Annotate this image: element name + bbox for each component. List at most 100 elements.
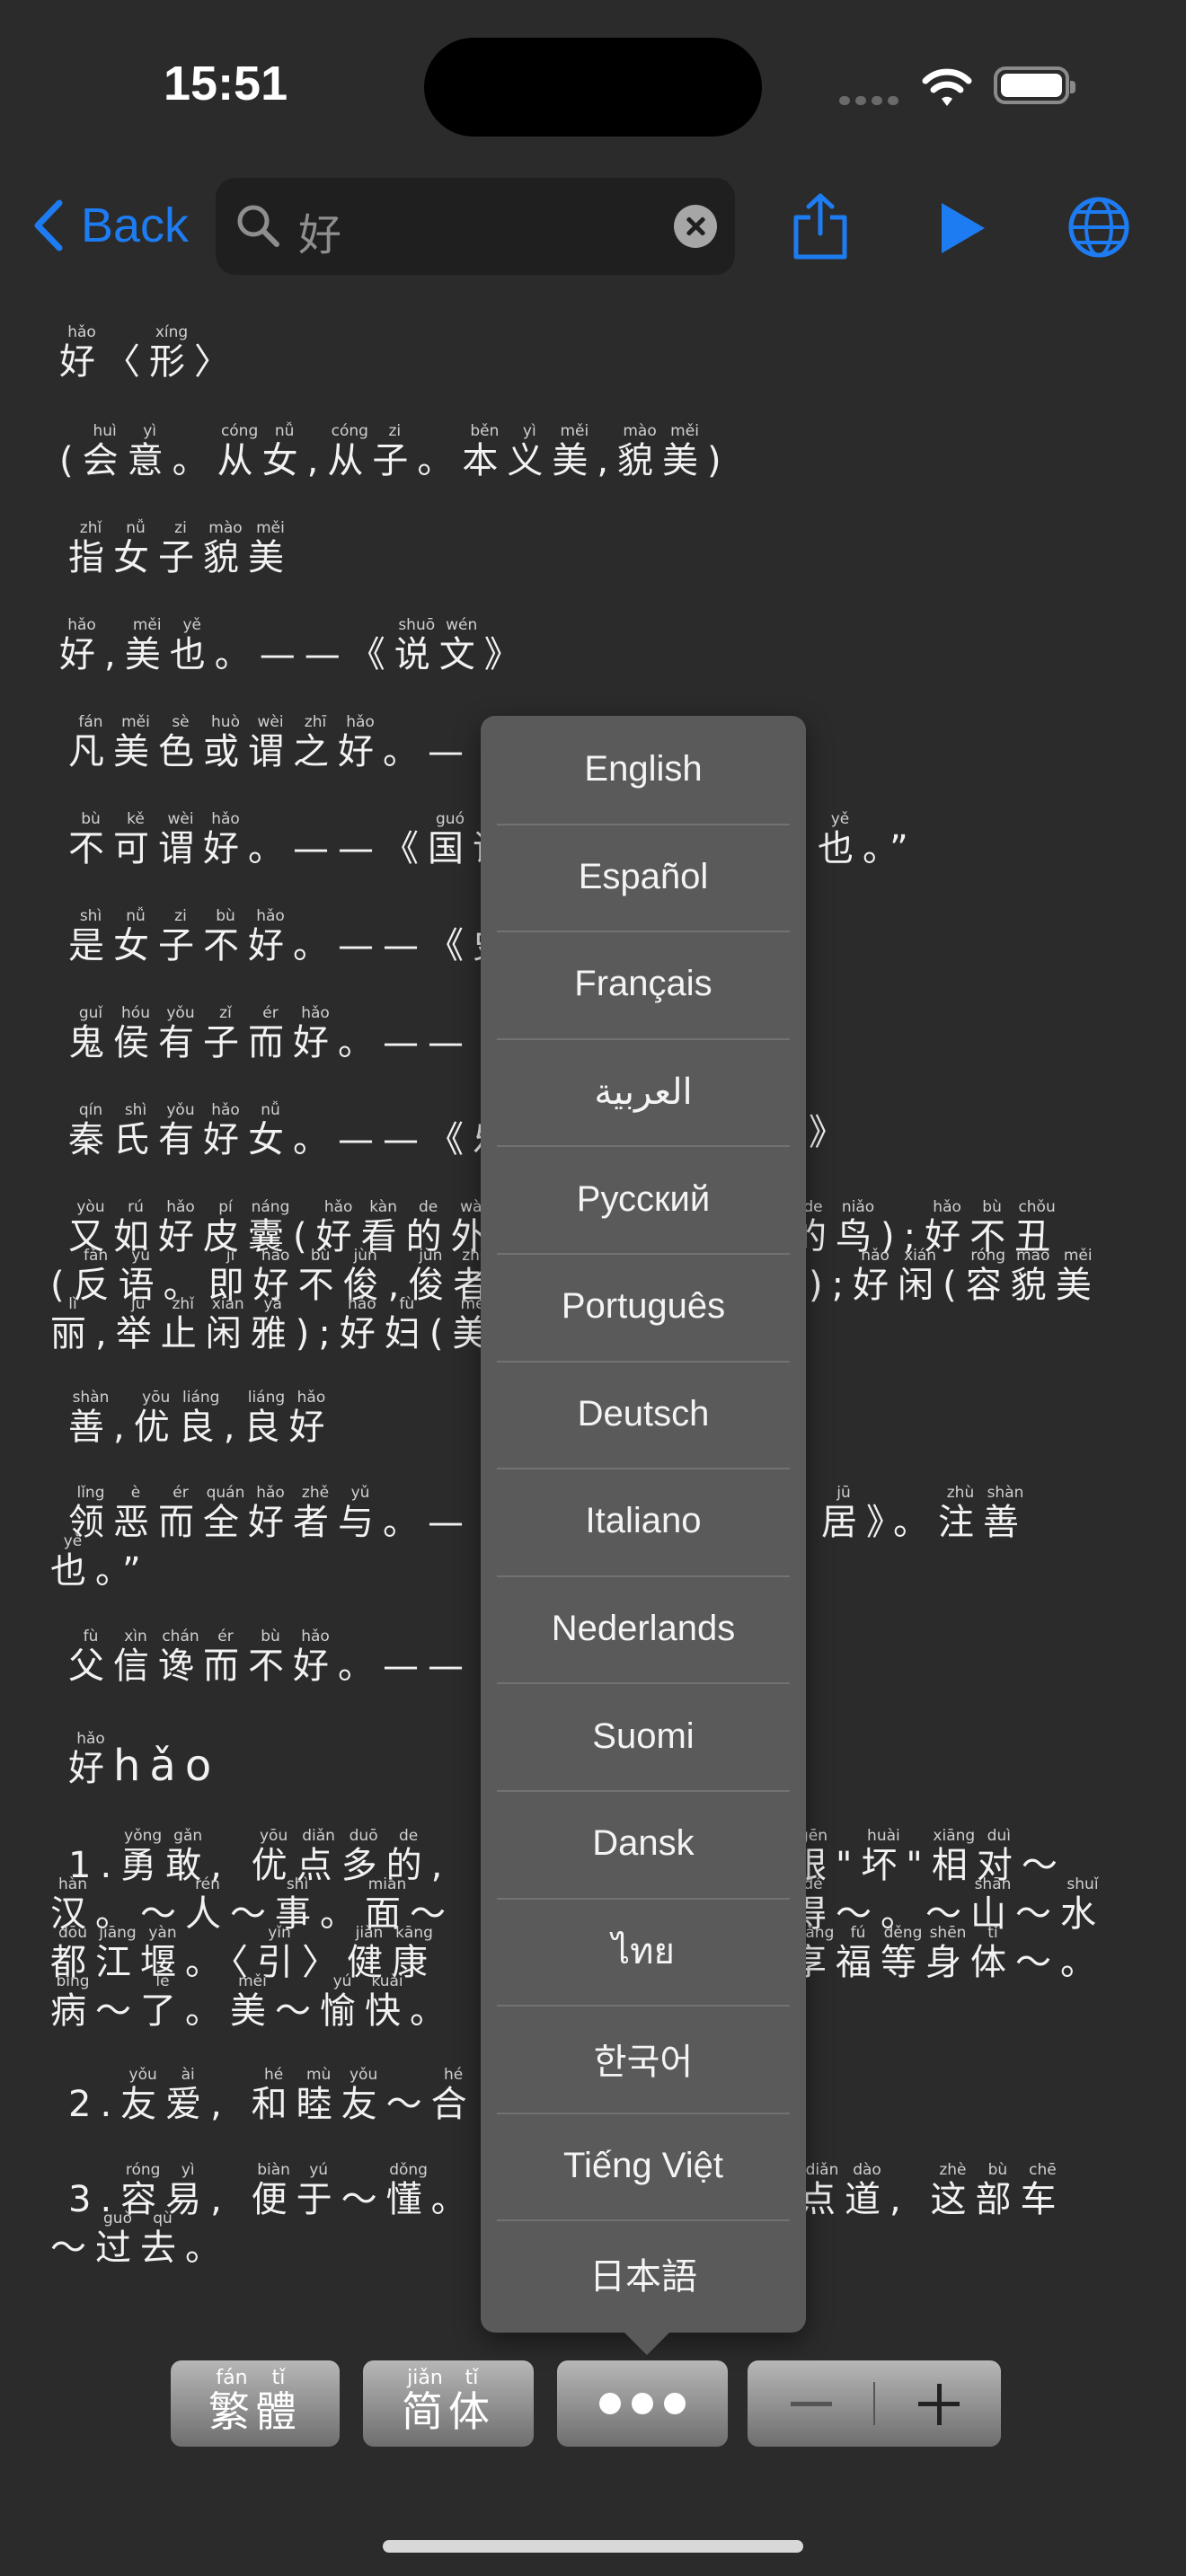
hanzi-char: 意yì [127, 422, 173, 481]
status-time: 15:51 [164, 57, 288, 110]
hanzi-char: 友yǒu [341, 2066, 386, 2125]
more-options-button[interactable] [557, 2360, 728, 2447]
language-option[interactable]: Tiếng Việt [481, 2112, 806, 2220]
hanzi-char: 。 [185, 1990, 230, 2032]
hanzi-char: 凡fán [68, 713, 113, 772]
hanzi-char: 不bù [68, 810, 113, 869]
hanzi-char: 色sè [158, 713, 203, 772]
back-button[interactable]: Back [32, 198, 189, 253]
language-option[interactable]: 日本語 [481, 2219, 806, 2327]
share-icon[interactable] [791, 192, 850, 260]
hanzi-char: 。 [430, 2179, 476, 2220]
hanzi-char: 车chē [1020, 2161, 1066, 2220]
search-input[interactable]: 好 [298, 199, 341, 262]
clear-search-icon[interactable] [674, 205, 717, 248]
hanzi-char: 女nǚ [261, 422, 307, 481]
hanzi-char: ～ [275, 1990, 320, 2032]
definition-line: 是shì女nǚ子zi不bù好hǎo。——《史shǐ [68, 907, 518, 968]
definition-line: 善shàn,优yōu良liáng,良liáng好hǎo [68, 1389, 333, 1450]
hanzi-char: 2. [68, 2084, 121, 2125]
hanzi-char: 体tǐ [448, 2367, 495, 2436]
hanzi-char: 这zhè [930, 2161, 976, 2220]
definition-line: (会huì意yì。从cóng女nǚ,从cóng子zi。本běn义yì美měi,貌… [59, 422, 730, 483]
hanzi-char: 。 [417, 440, 463, 481]
hanzi-char: , [223, 1407, 244, 1448]
hanzi-char: 而ér [248, 1004, 293, 1063]
language-option[interactable]: 한국어 [481, 2005, 806, 2113]
hanzi-char: , [95, 1313, 116, 1354]
language-option[interactable]: Русский [481, 1145, 806, 1253]
font-size-stepper[interactable] [748, 2360, 1001, 2447]
hanzi-char: 善shàn [68, 1389, 113, 1448]
language-option[interactable]: Deutsch [481, 1360, 806, 1469]
hanzi-char: 鬼guǐ [68, 1004, 113, 1063]
hanzi-char: 好hǎo [59, 616, 104, 675]
hanzi-char: 谗chán [158, 1628, 203, 1687]
definition-line: 也yě。” [50, 1532, 150, 1593]
decrease-font-icon[interactable] [791, 2402, 832, 2406]
search-field[interactable]: 好 [216, 178, 735, 275]
hanzi-char: 注zhù [938, 1484, 983, 1543]
language-option[interactable]: ไทย [481, 1897, 806, 2006]
language-option[interactable]: Dansk [481, 1789, 806, 1898]
hanzi-char: 不bù [203, 907, 248, 966]
language-option[interactable]: Português [481, 1252, 806, 1361]
language-option[interactable]: Nederlands [481, 1575, 806, 1683]
hanzi-char: 好hǎo [853, 1247, 898, 1306]
menu-arrow [624, 2332, 670, 2355]
hanzi-char: 貌mào [1010, 1247, 1056, 1306]
hanzi-char: 子zi [158, 907, 203, 966]
hanzi-char: 与yǔ [338, 1484, 383, 1543]
language-option[interactable]: العربية [481, 1037, 806, 1146]
hanzi-char: 〈 [104, 341, 149, 383]
hanzi-char: 从cóng [217, 422, 262, 481]
chevron-left-icon [34, 199, 63, 251]
hanzi-char: 好hǎo [248, 907, 293, 966]
hanzi-char: 〉 [194, 341, 239, 383]
definition-fragment: );好hǎo闲xián(容róng貌mào美měi [809, 1247, 1101, 1308]
hanzi-char: 好hǎo [68, 1730, 113, 1789]
hanzi-char: 从cóng [327, 422, 373, 481]
hanzi-char: 美měi [662, 422, 708, 481]
hanzi-char: 谓wèi [248, 713, 293, 772]
hanzi-char: 》 [809, 1112, 854, 1153]
wifi-icon [922, 68, 972, 106]
play-icon[interactable] [938, 201, 987, 255]
hanzi-char: 举jǔ [115, 1295, 161, 1354]
hanzi-char: , [597, 440, 618, 481]
hanzi-char: 秦qín [68, 1101, 113, 1160]
hanzi-char: 》 [483, 634, 529, 675]
hanzi-char: 。 [172, 440, 217, 481]
language-option[interactable]: Español [481, 823, 806, 931]
hanzi-char: 全quán [203, 1484, 248, 1543]
home-indicator [383, 2540, 803, 2553]
hanzi-char: 。——《 [293, 1119, 473, 1160]
hanzi-char: 美měi [552, 422, 597, 481]
language-option[interactable]: Suomi [481, 1682, 806, 1790]
hanzi-char: 侯hóu [113, 1004, 158, 1063]
hanzi-char: 美měi [1055, 1247, 1101, 1306]
hanzi-char: 止zhǐ [160, 1295, 206, 1354]
language-option[interactable]: Français [481, 931, 806, 1038]
hanzi-char: 好hǎo [338, 713, 383, 772]
definition-line: 秦qín氏shì有yǒu好hǎo女nǚ。——《乐yuè [68, 1101, 518, 1162]
hanzi-char: 义yì [507, 422, 553, 481]
hanzi-char: 懂dǒng [385, 2161, 431, 2220]
hanzi-char: 容róng [965, 1247, 1011, 1306]
hanzi-char: 信xìn [113, 1628, 158, 1687]
language-option[interactable]: Italiano [481, 1468, 806, 1575]
hanzi-char: 福fú [836, 1924, 881, 1983]
hanzi-char: 。” [863, 828, 917, 869]
hanzi-char: 闲xián [205, 1295, 251, 1354]
language-option[interactable]: English [481, 716, 806, 824]
hanzi-char: 谓wèi [158, 810, 203, 869]
hanzi-char: 也yě [169, 616, 215, 675]
hanzi-char: 妇fù [384, 1295, 429, 1354]
simplified-chinese-button[interactable]: 简jiǎn 体tǐ [363, 2360, 534, 2447]
hanzi-char: 便biàn [251, 2161, 296, 2220]
hanzi-char: 身shēn [925, 1924, 970, 1983]
hanzi-char: 。— [383, 1502, 473, 1543]
traditional-chinese-button[interactable]: 繁fán 體tǐ [171, 2360, 340, 2447]
globe-icon[interactable] [1067, 196, 1130, 259]
hanzi-char: ～ [385, 2084, 431, 2125]
